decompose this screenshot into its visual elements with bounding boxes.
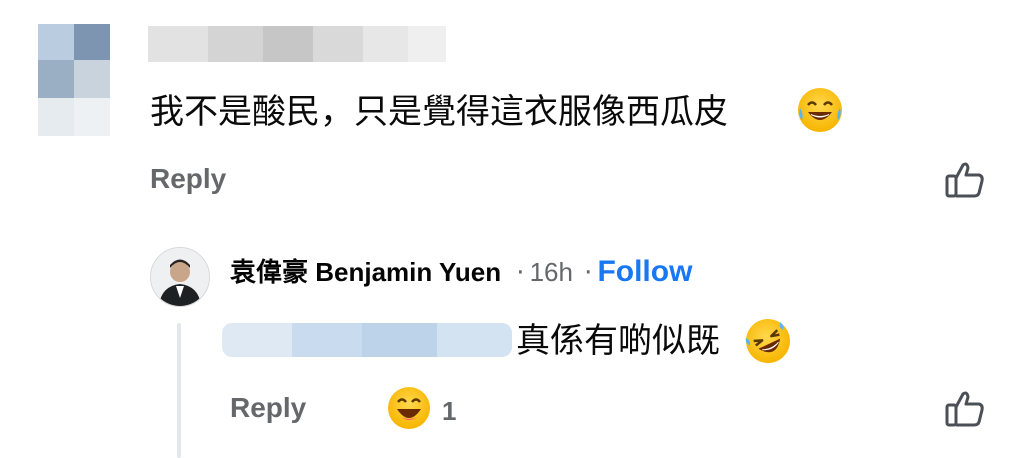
reply-button[interactable]: Reply <box>230 392 306 424</box>
reply-body: 真係有啲似既 <box>516 321 720 361</box>
reaction-summary[interactable]: 1 <box>388 387 468 431</box>
haha-reaction-icon <box>388 387 430 429</box>
comment-body: 我不是酸民，只是覺得這衣服像西瓜皮 <box>150 92 728 132</box>
like-button[interactable] <box>944 160 986 200</box>
tears-of-joy-icon <box>798 88 842 132</box>
reply-text: 真係有啲似既 <box>516 321 720 361</box>
reply-header: 袁偉豪 Benjamin Yuen · 16h · Follow <box>230 252 692 289</box>
reply-button[interactable]: Reply <box>150 163 226 195</box>
rolling-laughing-icon <box>738 311 798 371</box>
reaction-count: 1 <box>442 396 457 426</box>
thumbs-up-icon <box>945 162 984 198</box>
blurred-author-name <box>148 26 446 62</box>
blurred-mention <box>222 323 512 357</box>
thread-line <box>177 323 181 458</box>
timestamp[interactable]: 16h <box>530 257 573 287</box>
top-comment: 我不是酸民，只是覺得這衣服像西瓜皮 Reply <box>0 0 1024 215</box>
like-button[interactable] <box>944 389 986 429</box>
comment-text: 我不是酸民，只是覺得這衣服像西瓜皮 <box>150 92 728 132</box>
reply-comment: 袁偉豪 Benjamin Yuen · 16h · Follow 真係有啲似既 … <box>0 215 1024 458</box>
thumbs-up-icon <box>945 391 984 427</box>
author-name[interactable]: 袁偉豪 Benjamin Yuen <box>230 257 501 287</box>
separator-dot: · <box>584 258 593 288</box>
avatar[interactable] <box>150 247 210 307</box>
blurred-avatar <box>38 24 110 136</box>
separator-dot: · <box>516 258 525 288</box>
follow-button[interactable]: Follow <box>597 255 692 288</box>
